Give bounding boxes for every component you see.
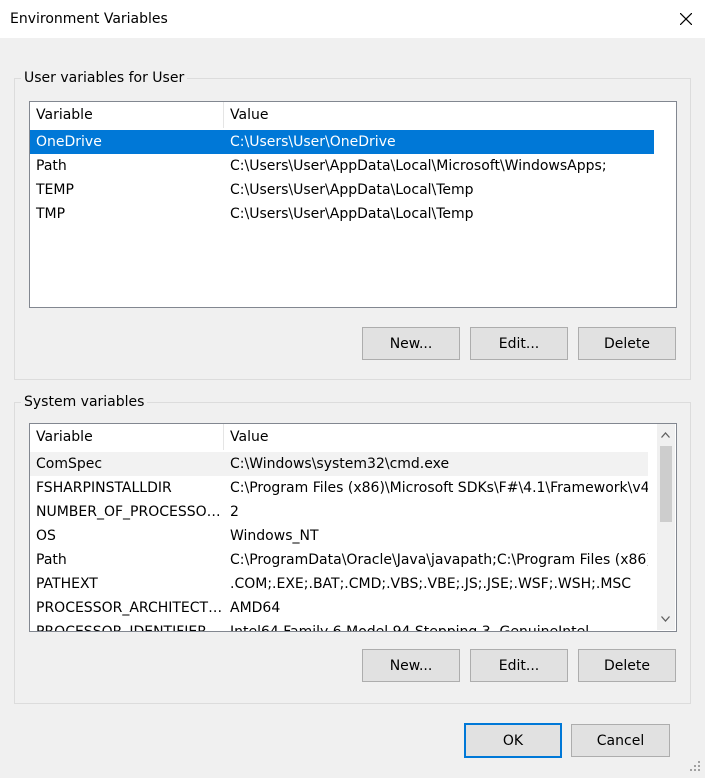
variable-name-cell: FSHARPINSTALLDIR (36, 480, 172, 496)
system-delete-button[interactable]: Delete (578, 649, 676, 682)
variable-value-cell: .COM;.EXE;.BAT;.CMD;.VBS;.VBE;.JS;.JSE;.… (230, 576, 632, 592)
cancel-button[interactable]: Cancel (571, 724, 670, 757)
column-header-variable[interactable]: Variable (30, 102, 224, 128)
variable-value-cell: AMD64 (230, 600, 281, 616)
ok-button[interactable]: OK (464, 723, 562, 758)
variable-value-cell: C:\Users\User\AppData\Local\Microsoft\Wi… (230, 158, 607, 174)
close-button[interactable] (666, 0, 705, 38)
system-variables-list[interactable]: Variable Value ComSpec C:\Windows\system3… (29, 423, 677, 632)
window-title: Environment Variables (10, 11, 168, 27)
resize-grip-icon[interactable] (686, 757, 702, 773)
list-row[interactable]: PROCESSOR_IDENTIFIER Intel64 Family 6 Mod… (30, 620, 648, 632)
variable-name-cell: OneDrive (36, 134, 102, 150)
variable-name-cell: Path (36, 158, 67, 174)
system-new-button[interactable]: New... (362, 649, 460, 682)
user-new-button[interactable]: New... (362, 327, 460, 360)
vertical-scrollbar[interactable] (657, 424, 675, 630)
variable-name-cell: OS (36, 528, 56, 544)
list-row[interactable]: Path C:\Users\User\AppData\Local\Microsof… (30, 154, 654, 178)
scroll-up-button[interactable] (657, 426, 674, 443)
chevron-up-icon (661, 431, 670, 438)
column-header-variable[interactable]: Variable (30, 424, 224, 450)
variable-name-cell: ComSpec (36, 456, 103, 472)
title-bar: Environment Variables (0, 0, 705, 38)
variable-value-cell: C:\ProgramData\Oracle\Java\javapath;C:\P… (230, 552, 648, 568)
scroll-thumb[interactable] (660, 446, 672, 522)
scroll-down-button[interactable] (657, 610, 674, 627)
list-row[interactable]: TEMP C:\Users\User\AppData\Local\Temp (30, 178, 654, 202)
list-header: Variable Value (30, 102, 676, 128)
variable-name-cell: TMP (36, 206, 66, 222)
variable-name-cell: NUMBER_OF_PROCESSORS (36, 504, 224, 520)
chevron-down-icon (661, 615, 670, 622)
list-row[interactable]: PATHEXT .COM;.EXE;.BAT;.CMD;.VBS;.VBE;.JS… (30, 572, 648, 596)
variable-name-cell: PROCESSOR_IDENTIFIER (36, 624, 207, 632)
user-delete-button[interactable]: Delete (578, 327, 676, 360)
list-header: Variable Value (30, 424, 658, 450)
variable-value-cell: C:\Users\User\AppData\Local\Temp (230, 206, 474, 222)
list-row[interactable]: ComSpec C:\Windows\system32\cmd.exe (30, 452, 648, 476)
system-variables-label: System variables (21, 394, 148, 410)
variable-name-cell: TEMP (36, 182, 74, 198)
user-variables-label: User variables for User (21, 70, 188, 86)
variable-value-cell: C:\Windows\system32\cmd.exe (230, 456, 450, 472)
list-row[interactable]: TMP C:\Users\User\AppData\Local\Temp (30, 202, 654, 226)
variable-name-cell: PROCESSOR_ARCHITECTU... (36, 600, 224, 616)
list-row[interactable]: OS Windows_NT (30, 524, 648, 548)
variable-value-cell: Windows_NT (230, 528, 319, 544)
variable-value-cell: C:\Users\User\AppData\Local\Temp (230, 182, 474, 198)
close-icon (679, 13, 692, 25)
user-edit-button[interactable]: Edit... (470, 327, 568, 360)
variable-value-cell: 2 (230, 504, 239, 520)
variable-name-cell: Path (36, 552, 67, 568)
user-variables-list[interactable]: Variable Value OneDrive C:\Users\User\One… (29, 101, 677, 308)
list-row[interactable]: NUMBER_OF_PROCESSORS 2 (30, 500, 648, 524)
variable-value-cell: C:\Program Files (x86)\Microsoft SDKs\F#… (230, 480, 648, 496)
list-row[interactable]: FSHARPINSTALLDIR C:\Program Files (x86)\M… (30, 476, 648, 500)
list-row[interactable]: Path C:\ProgramData\Oracle\Java\javapath;… (30, 548, 648, 572)
list-row[interactable]: OneDrive C:\Users\User\OneDrive (30, 130, 654, 154)
system-edit-button[interactable]: Edit... (470, 649, 568, 682)
column-header-value[interactable]: Value (224, 102, 676, 128)
variable-value-cell: Intel64 Family 6 Model 94 Stepping 3, Ge… (230, 624, 590, 632)
column-header-value[interactable]: Value (224, 424, 658, 450)
variable-name-cell: PATHEXT (36, 576, 98, 592)
variable-value-cell: C:\Users\User\OneDrive (230, 134, 396, 150)
list-row[interactable]: PROCESSOR_ARCHITECTU... AMD64 (30, 596, 648, 620)
